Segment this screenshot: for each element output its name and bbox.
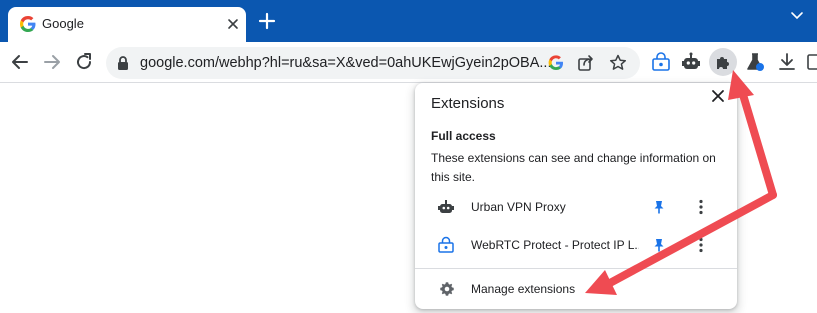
flask-profile-icon[interactable]	[744, 51, 766, 73]
manage-extensions-label: Manage extensions	[471, 282, 576, 296]
gear-icon	[440, 282, 454, 296]
browser-toolbar: google.com/webhp?hl=ru&sa=X&ved=0ahUKEwj…	[0, 42, 817, 83]
extension-row-urban-vpn[interactable]: Urban VPN Proxy	[415, 191, 737, 225]
section-title: Full access	[431, 129, 496, 143]
share-icon[interactable]	[576, 53, 596, 73]
extensions-popup: Extensions Full access These extensions …	[415, 83, 737, 309]
new-tab-icon[interactable]	[256, 10, 278, 32]
forward-arrow-icon[interactable]	[40, 50, 64, 74]
side-panel-icon[interactable]	[806, 51, 817, 73]
tab-google[interactable]: Google	[8, 7, 246, 42]
star-bookmark-icon[interactable]	[608, 53, 628, 73]
google-translate-icon[interactable]	[546, 53, 566, 73]
extension-row-webrtc-protect[interactable]: WebRTC Protect - Protect IP L...	[415, 229, 737, 263]
divider	[415, 268, 737, 269]
chevron-down-icon[interactable]	[789, 7, 805, 23]
back-arrow-icon[interactable]	[8, 50, 32, 74]
close-tab-icon[interactable]	[224, 15, 242, 33]
lock-icon[interactable]	[116, 55, 130, 71]
extension-name: Urban VPN Proxy	[471, 200, 566, 214]
lock-shield-icon[interactable]	[650, 51, 672, 73]
google-g-icon	[20, 16, 36, 32]
url-text[interactable]: google.com/webhp?hl=ru&sa=X&ved=0ahUKEwj…	[140, 55, 550, 71]
puzzle-piece-icon[interactable]	[712, 51, 734, 73]
close-icon[interactable]	[709, 87, 727, 105]
lock-shield-icon	[438, 236, 454, 253]
pin-icon[interactable]	[651, 237, 667, 253]
section-description: These extensions can see and change info…	[431, 151, 716, 184]
robot-icon[interactable]	[680, 51, 702, 73]
more-vert-icon[interactable]	[693, 198, 709, 216]
extension-name: WebRTC Protect - Protect IP L...	[471, 238, 639, 252]
pin-icon[interactable]	[651, 199, 667, 215]
reload-icon[interactable]	[72, 50, 96, 74]
more-vert-icon[interactable]	[693, 236, 709, 254]
manage-extensions-button[interactable]: Manage extensions	[415, 273, 737, 305]
robot-icon	[438, 200, 454, 213]
title-bar: Google	[0, 0, 817, 42]
tab-title: Google	[42, 16, 84, 31]
address-bar[interactable]: google.com/webhp?hl=ru&sa=X&ved=0ahUKEwj…	[106, 47, 640, 79]
popup-title: Extensions	[431, 95, 505, 112]
download-icon[interactable]	[776, 51, 798, 73]
